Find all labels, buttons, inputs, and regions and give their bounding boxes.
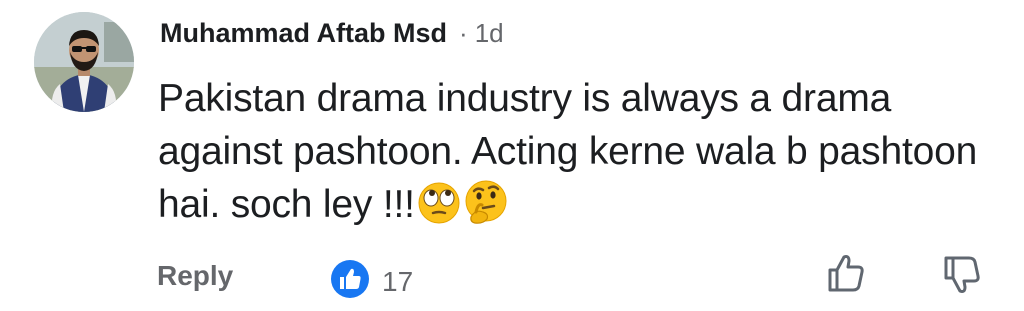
profile-photo bbox=[34, 12, 134, 112]
avatar[interactable] bbox=[34, 12, 134, 112]
author-name[interactable]: Muhammad Aftab Msd bbox=[160, 18, 447, 49]
like-reaction-icon bbox=[330, 259, 370, 304]
comment-text: Pakistan drama industry is always a dram… bbox=[158, 77, 978, 226]
timestamp[interactable]: 1d bbox=[475, 18, 504, 49]
thumbs-down-icon[interactable] bbox=[942, 254, 982, 301]
face-with-rolling-eyes-icon bbox=[417, 181, 461, 239]
like-count: 17 bbox=[382, 265, 414, 297]
thinking-face-icon bbox=[463, 179, 509, 239]
comment-header: Muhammad Aftab Msd · 1d bbox=[160, 18, 504, 49]
reaction-summary[interactable]: 17 bbox=[330, 259, 413, 304]
comment-text-container: Pakistan drama industry is always a dram… bbox=[158, 72, 978, 239]
separator-dot: · bbox=[459, 18, 468, 48]
thumbs-up-icon[interactable] bbox=[826, 252, 866, 299]
reply-button[interactable]: Reply bbox=[157, 260, 233, 292]
